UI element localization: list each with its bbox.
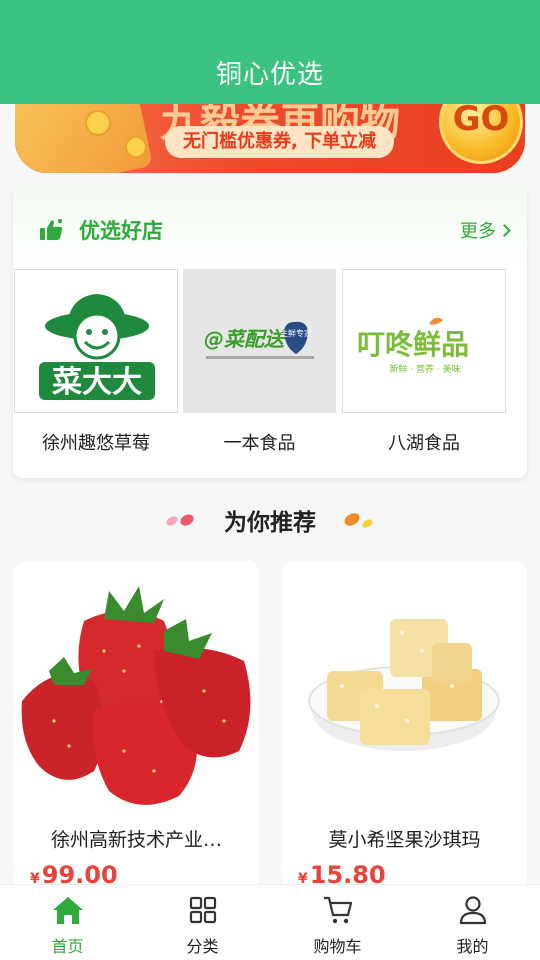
shop-logo: 菜大大 [14,269,178,413]
tab-label: 购物车 [313,937,362,956]
cart-icon [323,896,352,924]
shop-card[interactable]: @菜配送 生鲜专家 一本食品 [183,269,336,459]
tab-label: 首页 [51,937,84,956]
section-title: 优选好店 [79,219,163,243]
tab-home[interactable]: 首页 [0,885,135,960]
user-icon [459,896,486,925]
chevron-right-icon [498,224,511,237]
product-name: 徐州高新技术产业… [50,829,222,851]
thumbs-up-icon [40,219,63,240]
shop-card[interactable]: 叮咚鲜品 新鲜 · 营养 · 美味 八湖食品 [342,269,506,459]
tab-profile[interactable]: 我的 [405,885,540,960]
banner-subtitle: 无门槛优惠券, 下单立减 [165,126,395,158]
farmer-logo-icon: 菜大大 [39,294,155,400]
coin-icon [85,110,111,136]
delivery-logo-icon: @菜配送 生鲜专家 [204,321,314,359]
tab-cart[interactable]: 购物车 [270,885,405,960]
shop-name: 一本食品 [223,433,296,454]
grid-icon [189,896,216,924]
shop-logo: 叮咚鲜品 新鲜 · 营养 · 美味 [342,269,506,413]
bottom-tab-bar: 首页 分类 购物车 我的 [0,884,540,960]
more-label: 更多 [460,221,496,242]
strawberry-image [14,561,259,811]
sachima-image [282,561,527,811]
coin-icon [125,136,147,158]
app-header: 铜心优选 [0,0,540,104]
product-card[interactable]: 莫小希坚果沙琪玛 ¥15.80 [282,561,527,901]
product-card[interactable]: 徐州高新技术产业… ¥99.00 [14,561,259,901]
shop-logo-badge: 生鲜专家 [280,328,312,338]
tab-category[interactable]: 分类 [135,885,270,960]
shop-logo-subtitle: 新鲜 · 营养 · 美味 [389,363,460,375]
shop-logo-text: 叮咚鲜品 [357,328,469,361]
shop-logo-text: 菜大大 [52,365,142,400]
shop-name: 八湖食品 [388,433,460,454]
recommend-title: 为你推荐 [224,510,316,536]
shop-logo-text: @菜配送 [204,327,287,351]
tab-label: 分类 [186,937,219,956]
product-name: 莫小希坚果沙琪玛 [328,829,481,851]
page-title: 铜心优选 [215,60,324,90]
dingdong-logo-icon: 叮咚鲜品 新鲜 · 营养 · 美味 [357,317,469,375]
go-label: GO [452,99,510,139]
shop-name: 徐州趣悠草莓 [42,433,150,454]
shop-logo: @菜配送 生鲜专家 [183,269,336,413]
more-link[interactable]: 更多 [460,217,511,243]
tab-label: 我的 [456,937,489,956]
shop-card[interactable]: 菜大大 徐州趣悠草莓 [14,269,178,459]
recommend-header: 为你推荐 [0,503,540,537]
home-icon [52,897,83,924]
featured-shops-section: 优选好店 更多 菜大大 徐州趣悠草莓 @菜配送 生鲜专家 一本食品 叮咚鲜品 新… [13,185,527,478]
